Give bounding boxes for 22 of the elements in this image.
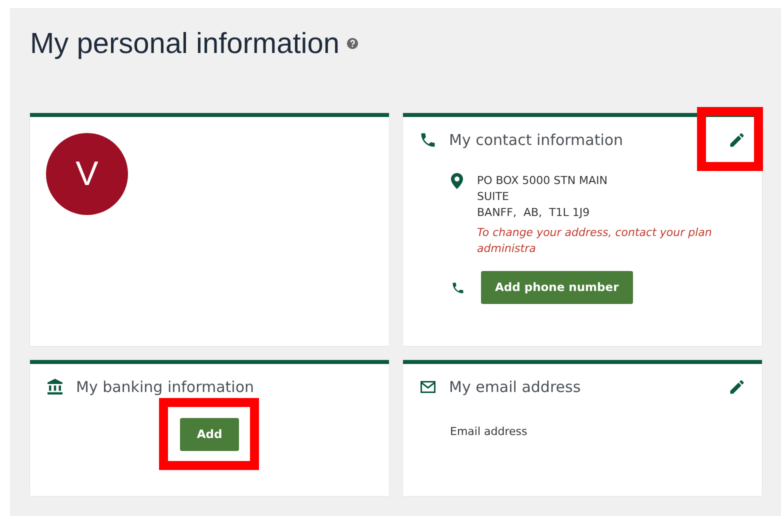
bank-icon (46, 378, 64, 396)
pencil-icon (728, 378, 746, 396)
address-line: PO BOX 5000 STN MAIN (477, 173, 609, 189)
page-title: My personal information (30, 28, 340, 60)
add-button[interactable]: Add (180, 418, 240, 452)
envelope-icon (419, 378, 437, 396)
help-icon[interactable] (347, 38, 358, 49)
avatar: V (46, 133, 128, 215)
card-title: My email address (449, 378, 581, 396)
address-note: To change your address, contact your plan administra (477, 225, 713, 257)
address-line: SUITE (477, 189, 510, 205)
edit-button[interactable] (728, 131, 746, 149)
phone-icon (451, 280, 465, 295)
card-title: My banking information (76, 378, 254, 396)
card-title: My contact information (449, 131, 624, 149)
edit-button[interactable] (728, 378, 746, 396)
address-line: BANFF, AB, T1L 1J9 (477, 205, 591, 221)
add-phone-button[interactable]: Add phone number (481, 271, 633, 304)
field-label: Email address (450, 424, 528, 440)
phone-icon (419, 131, 437, 149)
pencil-icon (728, 131, 746, 149)
location-pin-icon (451, 173, 463, 189)
